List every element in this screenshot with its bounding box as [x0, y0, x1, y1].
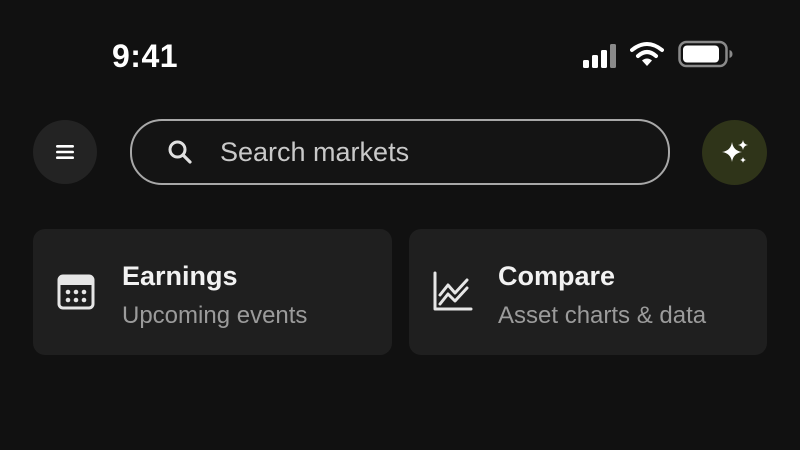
compare-card[interactable]: Compare Asset charts & data: [409, 229, 767, 355]
search-icon: [166, 138, 194, 166]
card-title: Compare: [498, 261, 616, 291]
battery-icon: [678, 40, 733, 68]
card-title: Earnings: [122, 261, 238, 291]
ai-assistant-button[interactable]: [702, 120, 767, 185]
earnings-card[interactable]: Earnings Upcoming events: [33, 229, 392, 355]
menu-button[interactable]: [33, 120, 97, 184]
line-chart-icon: [431, 271, 473, 313]
card-subtitle: Asset charts & data: [498, 302, 707, 329]
search-bar[interactable]: [130, 119, 670, 185]
status-icons: [583, 40, 734, 68]
cellular-signal-icon: [583, 40, 616, 68]
sparkles-icon: [721, 139, 748, 163]
card-subtitle: Upcoming events: [122, 302, 308, 329]
search-input[interactable]: [218, 135, 668, 169]
wifi-icon: [630, 42, 664, 66]
status-time: 9:41: [112, 38, 179, 74]
hamburger-menu-icon: [56, 145, 74, 159]
app-screen: 9:41 Search markets Earnings Upcoming ev…: [0, 0, 800, 450]
calendar-icon: [55, 271, 97, 313]
